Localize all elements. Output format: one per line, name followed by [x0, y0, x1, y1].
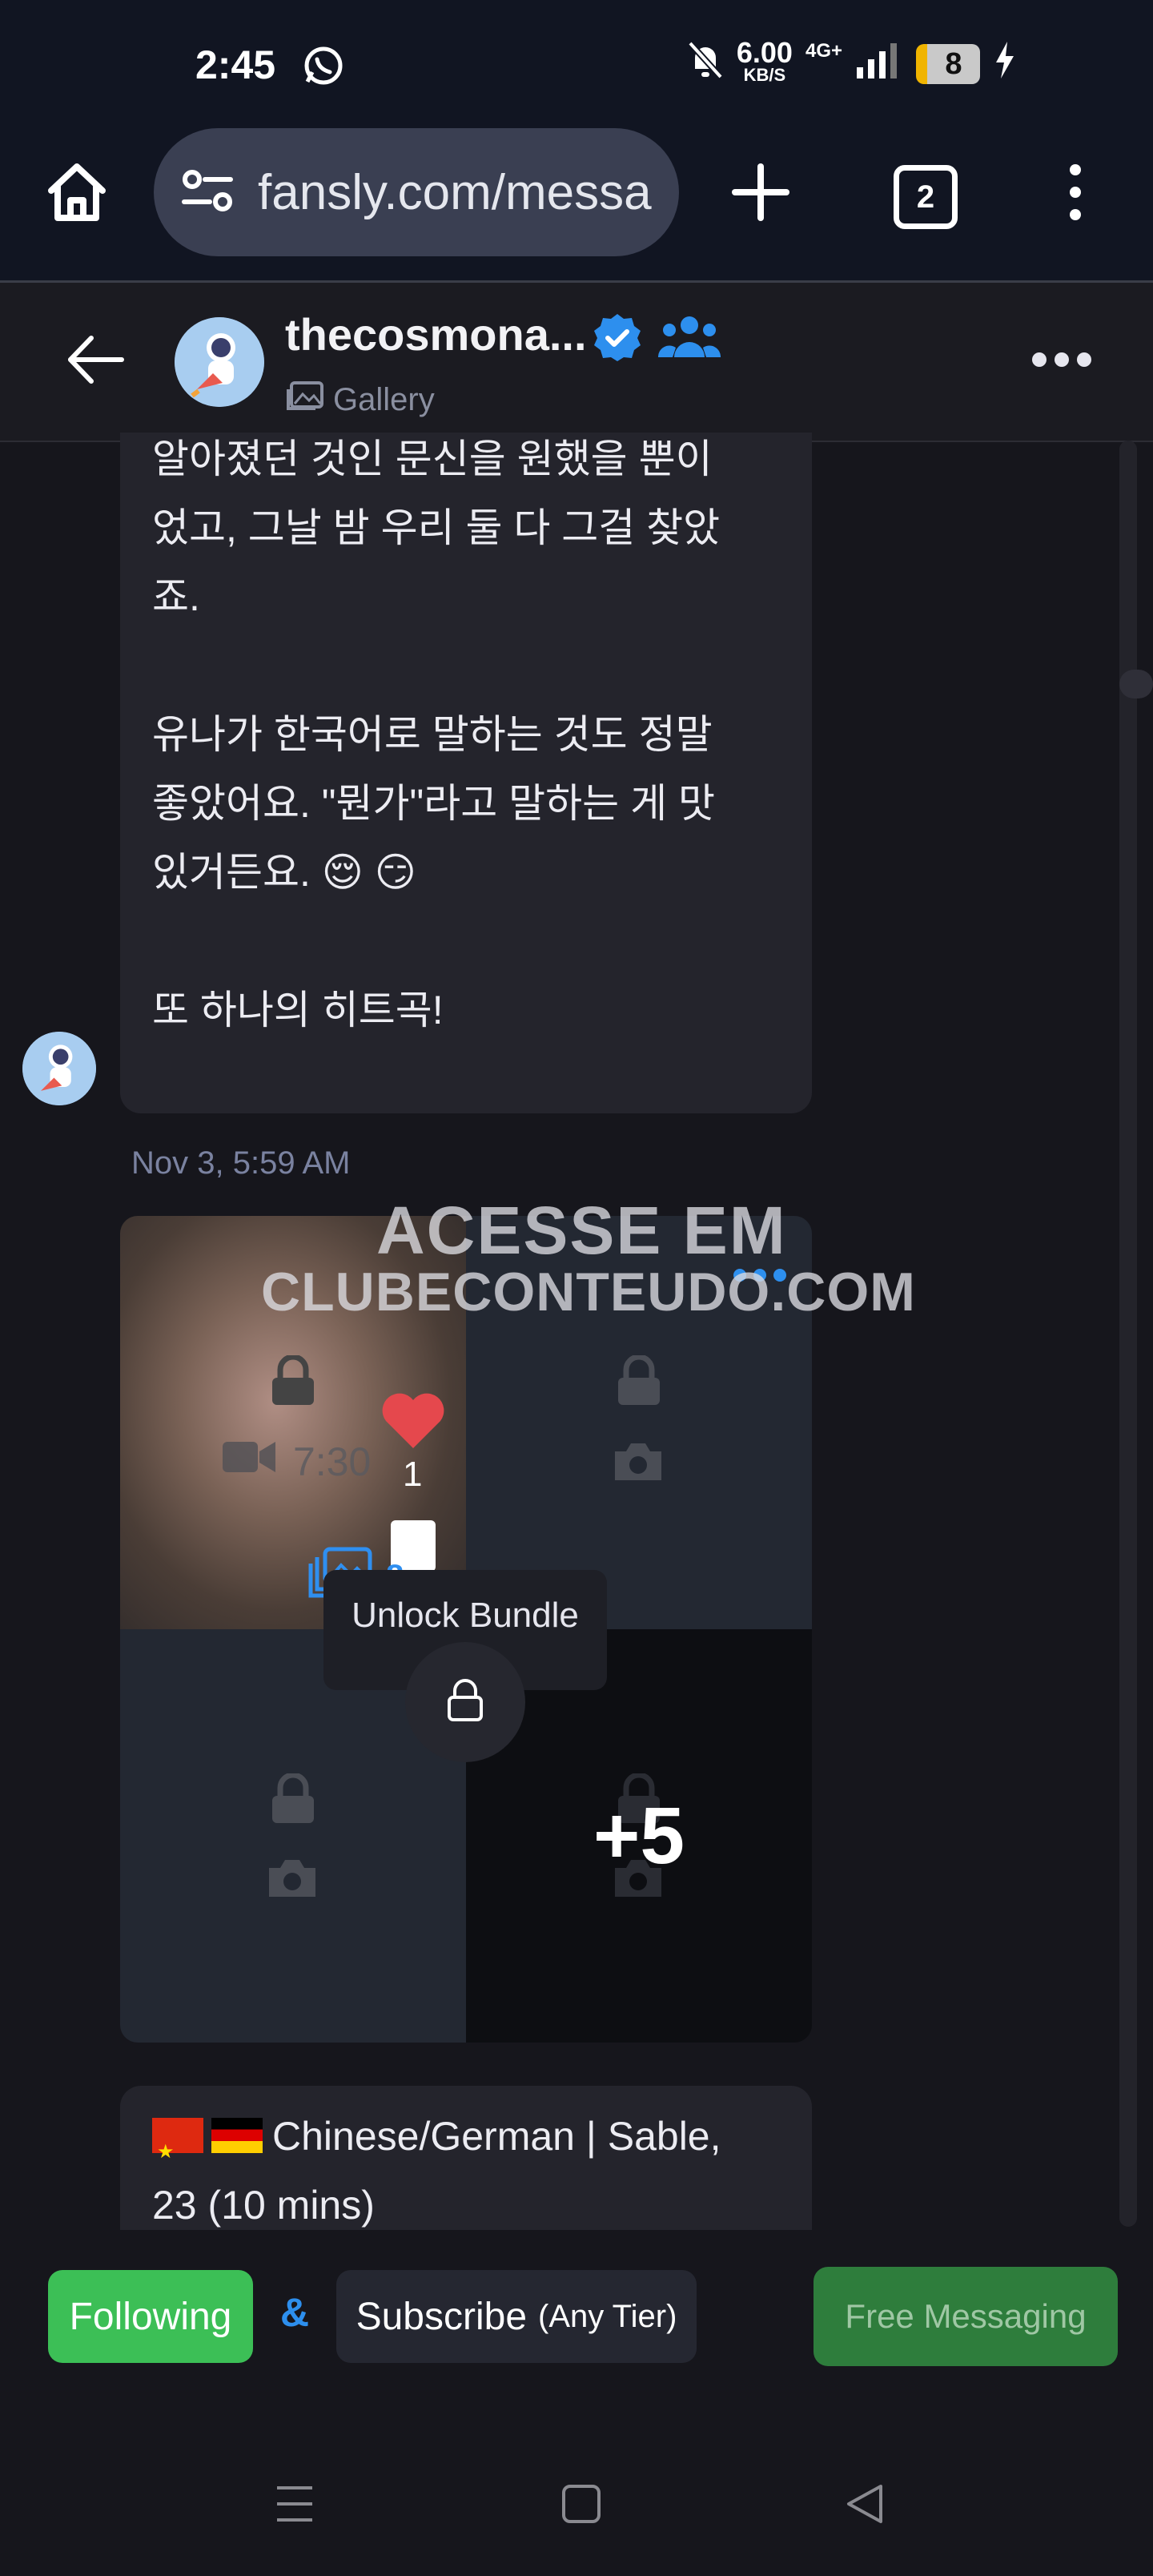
- message-line: Chinese/German | Sable,: [152, 2102, 793, 2187]
- watermark-line1: ACESSE EM: [376, 1193, 787, 1268]
- signal-icon: [855, 40, 903, 88]
- message-line: [152, 907, 793, 976]
- message-timestamp: Nov 3, 5:59 AM: [131, 1145, 351, 1181]
- group-icon: [657, 314, 721, 366]
- url-bar[interactable]: fansly.com/messa: [154, 128, 679, 256]
- ampersand: &: [280, 2290, 310, 2335]
- charging-icon: [993, 40, 1017, 88]
- message-line: 23 (10 mins): [152, 2183, 375, 2228]
- home-nav-icon[interactable]: [560, 2483, 602, 2529]
- back-nav-icon[interactable]: [842, 2481, 887, 2530]
- status-indicators: 6.00 KB/S 4G+ 8: [687, 32, 1017, 96]
- recent-apps-icon[interactable]: [272, 2481, 317, 2530]
- mute-bell-icon: [687, 40, 724, 88]
- back-arrow-icon[interactable]: [64, 332, 128, 392]
- video-camera-icon: [221, 1439, 277, 1485]
- chat-header: [0, 283, 1153, 442]
- message-text: 알아졌던 것인 문신을 원했을 뿐이 었고, 그날 밤 우리 둘 다 그걸 찾았…: [152, 425, 793, 1044]
- germany-flag-icon: [211, 2118, 263, 2153]
- gallery-link[interactable]: Gallery: [285, 380, 435, 420]
- message-line: 알아졌던 것인 문신을 원했을 뿐이: [152, 437, 713, 481]
- chat-options-icon[interactable]: [1030, 348, 1094, 376]
- lock-icon: [269, 1772, 317, 1829]
- message-text: Chinese/German | Sable, 23 (10 mins): [152, 2102, 793, 2240]
- subscribe-button[interactable]: Subscribe (Any Tier): [336, 2270, 697, 2363]
- scrollbar-thumb[interactable]: [1119, 670, 1153, 698]
- tab-switcher-button[interactable]: 2: [894, 165, 958, 229]
- gallery-label: Gallery: [333, 381, 435, 417]
- home-icon[interactable]: [43, 159, 110, 230]
- message-line: 유나가 한국어로 말하는 것도 정말: [152, 712, 713, 757]
- camera-icon: [266, 1857, 319, 1904]
- lock-icon: [269, 1354, 317, 1411]
- subscribe-label: Subscribe: [356, 2295, 528, 2338]
- subscribe-tier: (Any Tier): [538, 2298, 677, 2334]
- unlock-lock-icon: [445, 1678, 485, 1727]
- message-line: 있거든요. 😌 😏: [152, 850, 416, 895]
- video-duration: 7:30: [221, 1439, 371, 1485]
- china-flag-icon: [152, 2118, 203, 2187]
- message-line: [152, 631, 793, 700]
- message-line: 었고, 그날 밤 우리 둘 다 그걸 찾았: [152, 505, 721, 550]
- username[interactable]: thecosmona...: [285, 308, 587, 360]
- message-line: 또 하나의 히트곡!: [152, 988, 444, 1032]
- message-line: 좋았어요. "뭔가"라고 말하는 게 맛: [152, 781, 715, 826]
- battery-icon: 8: [916, 44, 980, 84]
- free-messaging-button[interactable]: Free Messaging: [814, 2267, 1118, 2366]
- following-button[interactable]: Following: [48, 2270, 253, 2363]
- whatsapp-icon: [303, 45, 344, 91]
- sender-avatar[interactable]: [22, 1032, 96, 1105]
- like-count: 1: [403, 1455, 423, 1494]
- lock-icon: [615, 1354, 663, 1411]
- heart-icon[interactable]: [380, 1391, 447, 1454]
- new-tab-icon[interactable]: [729, 160, 793, 228]
- message-line: 죠.: [152, 574, 200, 619]
- verified-badge-icon: [593, 312, 642, 366]
- avatar[interactable]: [175, 317, 264, 407]
- gallery-icon: [285, 380, 325, 420]
- status-time: 2:45: [195, 42, 276, 87]
- site-settings-icon[interactable]: [181, 167, 234, 219]
- net-speed: 6.00 KB/S: [736, 36, 793, 86]
- scrollbar-track[interactable]: [1119, 441, 1137, 2227]
- network-type: 4G+: [805, 40, 842, 62]
- url-text: fansly.com/messa: [258, 164, 652, 220]
- camera-icon: [612, 1440, 665, 1487]
- unlock-bundle-button[interactable]: [405, 1642, 525, 1762]
- more-menu-icon[interactable]: [1055, 160, 1095, 228]
- watermark-line2: CLUBECONTEUDO.COM: [261, 1262, 916, 1322]
